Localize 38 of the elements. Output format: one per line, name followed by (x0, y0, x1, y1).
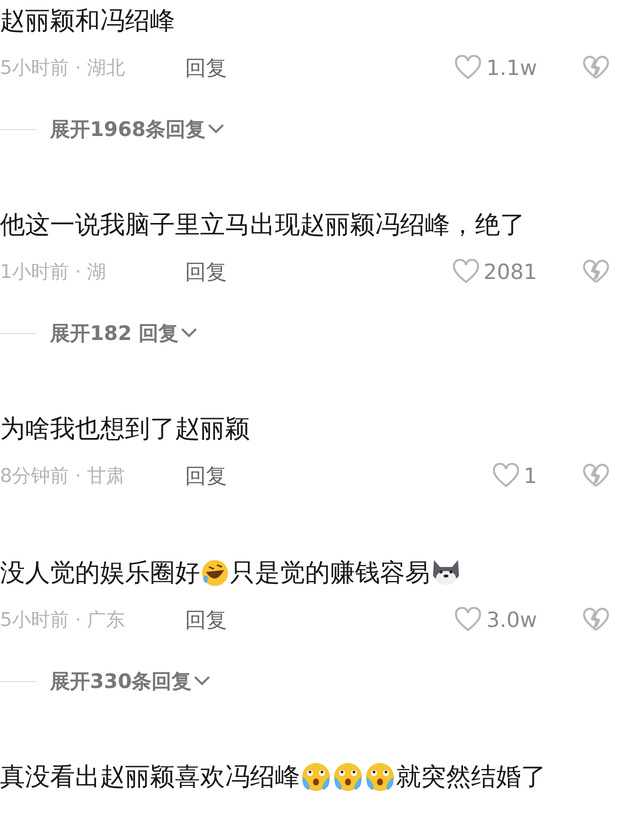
like-count: 1 (524, 464, 537, 488)
reply-link[interactable]: 回复 (185, 606, 227, 634)
crying-emoji-icon (332, 761, 364, 793)
heart-icon[interactable] (492, 463, 520, 489)
comment-text: 就突然结婚了 (396, 761, 546, 793)
reply-link[interactable]: 回复 (185, 462, 227, 490)
like-count: 3.0w (486, 608, 537, 632)
comment-text: 他这一说我脑子里立马出现赵丽颖冯绍峰，绝了 (0, 209, 525, 241)
heart-icon[interactable] (454, 55, 482, 81)
heart-icon[interactable] (452, 259, 480, 285)
comment-text: 没人觉的娱乐圈好 (0, 557, 200, 589)
like-count: 2081 (484, 260, 537, 284)
chevron-down-icon (208, 124, 224, 134)
reply-link[interactable]: 回复 (185, 54, 227, 82)
timestamp-location: 1小时前 · 湖 (0, 260, 108, 285)
broken-heart-icon[interactable] (582, 463, 610, 489)
dog-emoji-icon (430, 558, 462, 588)
chevron-down-icon (194, 676, 210, 686)
expand-replies-button[interactable]: 展开1968条回复 (50, 116, 224, 142)
timestamp-location: 8分钟前 · 甘肃 (0, 464, 126, 489)
crying-emoji-icon (300, 761, 332, 793)
broken-heart-icon[interactable] (582, 259, 610, 285)
comment-text: 只是觉的赚钱容易 (230, 557, 430, 589)
like-count: 1.1w (486, 56, 537, 80)
timestamp-location: 5小时前 · 湖北 (0, 56, 126, 81)
crying-emoji-icon (364, 761, 396, 793)
laughing-emoji-icon (200, 558, 230, 588)
comment-text: 为啥我也想到了赵丽颖 (0, 413, 250, 445)
expand-replies-button[interactable]: 展开330条回复 (50, 668, 210, 694)
expand-replies-button[interactable]: 展开182 回复 (50, 320, 197, 346)
broken-heart-icon[interactable] (582, 55, 610, 81)
comment-text: 赵丽颖和冯绍峰 (0, 5, 175, 37)
timestamp-location: 5小时前 · 广东 (0, 608, 126, 633)
heart-icon[interactable] (454, 607, 482, 633)
broken-heart-icon[interactable] (582, 607, 610, 633)
comment-text: 真没看出赵丽颖喜欢冯绍峰 (0, 761, 300, 793)
reply-link[interactable]: 回复 (185, 258, 227, 286)
chevron-down-icon (180, 328, 197, 338)
